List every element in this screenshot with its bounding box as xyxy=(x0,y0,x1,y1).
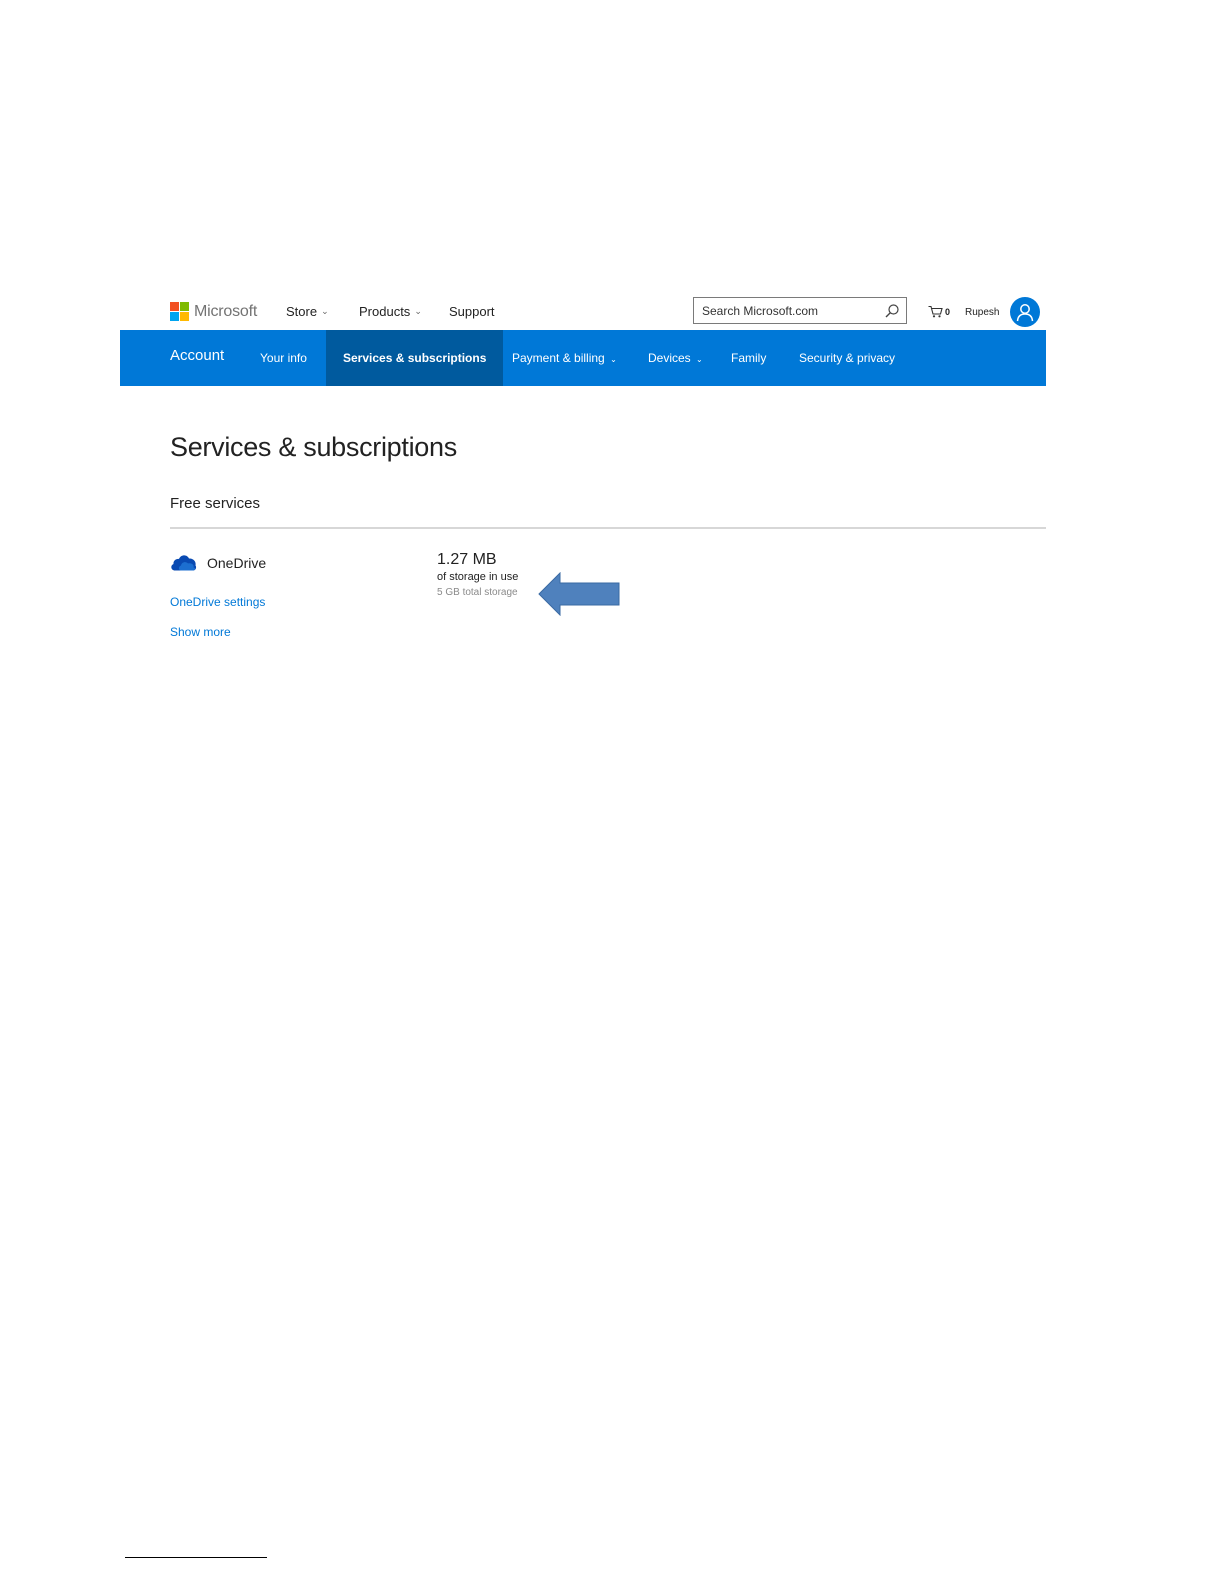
storage-used-value: 1.27 MB xyxy=(437,551,497,568)
tab-security-privacy-label: Security & privacy xyxy=(799,351,896,365)
tab-payment-billing-label: Payment & billing xyxy=(512,351,605,365)
tab-payment-billing[interactable]: Payment & billing ⌄ xyxy=(512,330,617,386)
chevron-down-icon: ⌄ xyxy=(610,355,617,364)
chevron-down-icon: ⌄ xyxy=(414,306,422,316)
microsoft-logo-link[interactable]: Microsoft xyxy=(170,302,257,321)
nav-store-label: Store xyxy=(286,304,318,319)
chevron-down-icon: ⌄ xyxy=(696,355,703,364)
tab-your-info-label: Your info xyxy=(260,351,307,365)
onedrive-cloud-icon xyxy=(171,555,197,571)
footnote-separator xyxy=(125,1557,267,1558)
account-title[interactable]: Account xyxy=(170,347,224,364)
show-more-link[interactable]: Show more xyxy=(170,625,231,639)
section-divider xyxy=(170,527,1046,529)
search-box xyxy=(693,297,907,324)
tab-services-subscriptions[interactable]: Services & subscriptions xyxy=(326,330,504,386)
left-arrow-icon xyxy=(538,572,620,616)
tab-devices-label: Devices xyxy=(648,351,691,365)
section-heading: Free services xyxy=(170,495,261,512)
storage-used-label: of storage in use xyxy=(437,571,519,583)
user-avatar-icon xyxy=(1016,304,1034,322)
microsoft-logo-icon xyxy=(170,302,189,321)
tab-family-label: Family xyxy=(731,351,767,365)
tab-family[interactable]: Family xyxy=(731,330,766,386)
account-nav: Account Your info Services & subscriptio… xyxy=(120,330,1046,386)
user-name[interactable]: Rupesh xyxy=(965,307,999,318)
site-header: Microsoft Store ⌄ Products ⌄ Support 0 R… xyxy=(120,290,1046,330)
user-avatar-button[interactable] xyxy=(1010,297,1040,327)
nav-store[interactable]: Store ⌄ xyxy=(286,304,329,319)
chevron-down-icon: ⌄ xyxy=(321,306,329,316)
cart-button[interactable]: 0 xyxy=(928,305,950,318)
onedrive-settings-link[interactable]: OneDrive settings xyxy=(170,595,265,609)
nav-products[interactable]: Products ⌄ xyxy=(359,304,422,319)
nav-support-label: Support xyxy=(449,304,495,319)
cart-icon xyxy=(928,305,943,318)
brand-name: Microsoft xyxy=(194,302,258,320)
tab-services-subscriptions-label: Services & subscriptions xyxy=(343,351,487,365)
service-name: OneDrive xyxy=(207,555,267,571)
search-input[interactable] xyxy=(702,302,880,320)
tab-security-privacy[interactable]: Security & privacy xyxy=(799,330,895,386)
tab-your-info[interactable]: Your info xyxy=(260,330,307,386)
cart-count: 0 xyxy=(945,306,951,317)
page-title: Services & subscriptions xyxy=(170,432,457,462)
storage-total: 5 GB total storage xyxy=(437,587,518,598)
tab-devices[interactable]: Devices ⌄ xyxy=(648,330,703,386)
nav-support[interactable]: Support xyxy=(449,304,495,319)
search-icon[interactable] xyxy=(884,303,900,319)
nav-products-label: Products xyxy=(359,304,411,319)
